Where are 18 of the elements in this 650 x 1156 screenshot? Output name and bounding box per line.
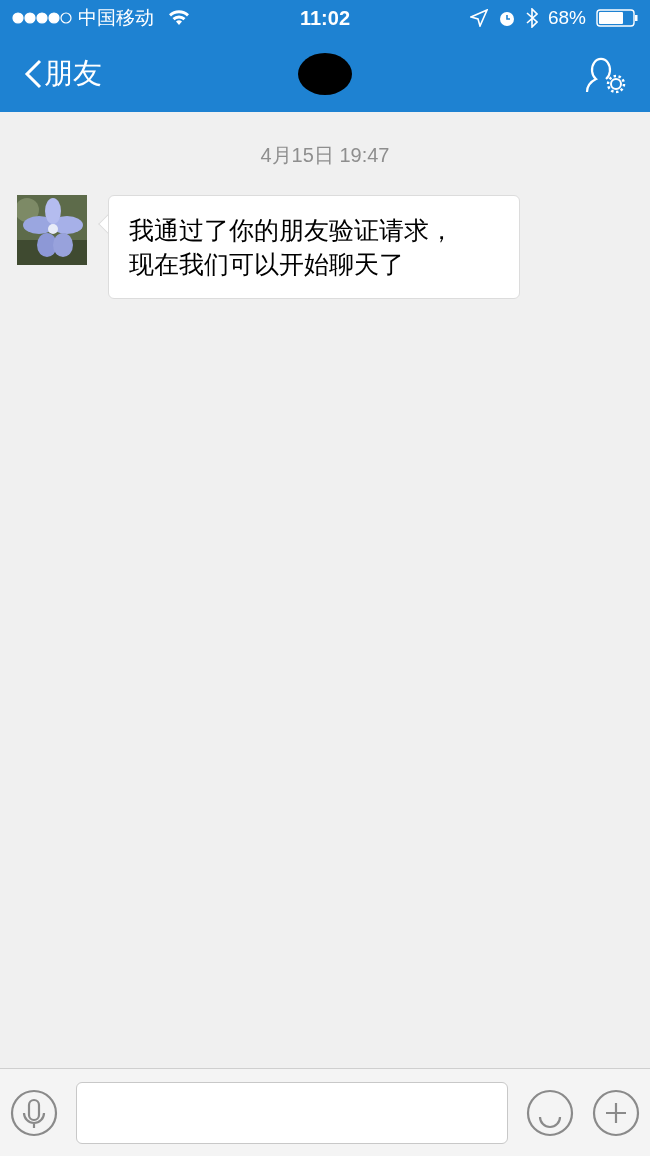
chat-timestamp: 4月15日 19:47 (260, 143, 390, 168)
emoji-icon[interactable] (526, 1088, 574, 1137)
carrier-label: 中国移动 (78, 5, 154, 30)
back-button[interactable]: 朋友 (24, 52, 164, 96)
battery-percentage: 68% (547, 5, 586, 30)
location-arrow-icon (469, 9, 488, 27)
redaction-mark (298, 52, 352, 96)
clock-time: 11:02 (299, 6, 351, 31)
bluetooth-icon (525, 8, 538, 28)
alarm-clock-icon (497, 9, 516, 27)
microphone-icon[interactable] (10, 1088, 58, 1137)
message-input-field[interactable] (76, 1081, 508, 1144)
battery-icon (596, 9, 638, 27)
plus-icon[interactable] (592, 1088, 640, 1137)
signal-icon (12, 12, 72, 24)
message-bubble: 我通过了你的朋友验证请求，现在我们可以开始聊天了 (108, 195, 520, 299)
chevron-left-icon (24, 59, 42, 89)
wifi-icon (168, 10, 190, 26)
